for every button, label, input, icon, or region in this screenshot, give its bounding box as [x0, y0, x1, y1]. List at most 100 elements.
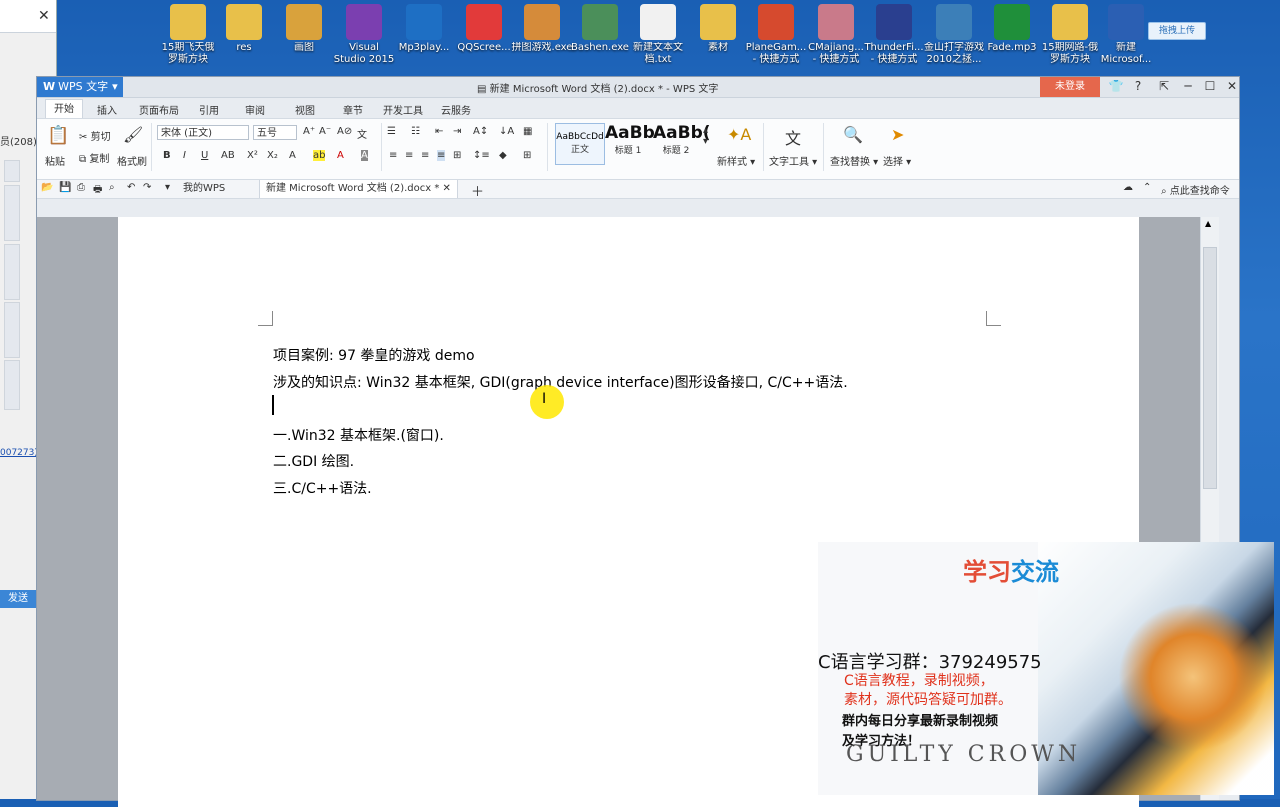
style-preset[interactable]: AaBbCcDd 正文 [555, 123, 605, 165]
shading-icon[interactable]: ◆ [499, 150, 507, 161]
indent-icon[interactable]: ⇥ [453, 126, 461, 137]
help-icon[interactable]: ? [1127, 79, 1149, 93]
brush-icon[interactable]: 🖌 [123, 125, 143, 144]
select-button[interactable]: 选择 ▾ [883, 153, 911, 168]
sort-icon[interactable]: ↓A [499, 126, 514, 137]
desktop-icon[interactable]: 15期飞天俄 罗斯方块 [156, 4, 220, 66]
justify-icon[interactable]: ≡ [437, 150, 446, 161]
char-shading-icon[interactable]: A [361, 150, 368, 161]
document-tab[interactable]: 我的WPS [177, 180, 231, 198]
close-icon[interactable]: ✕ [1221, 79, 1243, 93]
tab-8[interactable]: 云服务 [441, 102, 471, 117]
outdent-icon[interactable]: ⇤ [435, 126, 443, 137]
text-direction-icon[interactable]: A↕ [473, 126, 488, 137]
highlight-icon[interactable]: ab [313, 150, 326, 161]
save-icon[interactable]: 💾 [59, 182, 71, 193]
preview-icon[interactable]: ⌕ [109, 182, 115, 193]
document-tab[interactable]: 新建 Microsoft Word 文档 (2).docx * ✕ [259, 180, 458, 198]
send-button[interactable]: 发送 [0, 590, 36, 608]
tab-3[interactable]: 引用 [199, 102, 219, 117]
chat-side-item[interactable] [4, 360, 20, 410]
desktop-icon[interactable]: 新建文本文 档.txt [626, 4, 690, 66]
align-left-icon[interactable]: ≡ [389, 150, 397, 161]
collapse-icon[interactable]: ⌃ [1143, 182, 1151, 193]
tab-6[interactable]: 章节 [343, 102, 363, 117]
open-icon[interactable]: 📂 [41, 182, 53, 193]
desktop-icon[interactable]: ThunderFi... - 快捷方式 [862, 4, 926, 66]
cursor-arrow-icon[interactable]: ➤ [891, 125, 904, 144]
tab-7[interactable]: 开发工具 [383, 102, 423, 117]
distributed-icon[interactable]: ⊞ [453, 150, 461, 161]
tab-0[interactable]: 开始 [45, 99, 83, 119]
desktop-icon[interactable]: PlaneGam... - 快捷方式 [744, 4, 808, 66]
cloud-icon[interactable]: ☁ [1123, 182, 1133, 193]
tab-1[interactable]: 插入 [97, 102, 117, 117]
subscript-icon[interactable]: X₂ [267, 150, 278, 161]
font-size-select[interactable]: 五号 [253, 125, 297, 140]
style-preset[interactable]: AaBb 标题 1 [605, 123, 655, 163]
desktop-icon[interactable]: CMajiang... - 快捷方式 [804, 4, 868, 66]
document-paragraph[interactable]: 一.Win32 基本框架.(窗口). [273, 425, 444, 445]
superscript-icon[interactable]: X² [247, 150, 258, 161]
search-icon[interactable]: 🔍 [843, 125, 863, 144]
document-paragraph[interactable]: 三.C/C++语法. [273, 478, 372, 498]
new-style-button[interactable]: 新样式 ▾ [717, 153, 755, 168]
tab-4[interactable]: 审阅 [245, 102, 265, 117]
italic-icon[interactable]: I [183, 150, 186, 161]
numbering-icon[interactable]: ☷ [411, 126, 420, 137]
underline-icon[interactable]: U [201, 150, 208, 161]
chat-side-item[interactable] [4, 244, 20, 300]
copy-button[interactable]: ⧉ 复制 [79, 150, 109, 165]
text-tools-button[interactable]: 文字工具 ▾ [769, 153, 817, 168]
table-icon[interactable]: ▦ [523, 126, 532, 137]
chat-side-item[interactable] [4, 185, 20, 241]
paste-button[interactable]: 粘贴 [45, 153, 65, 168]
text-effect-icon[interactable]: A [289, 150, 296, 161]
format-painter-button[interactable]: 格式刷 [117, 153, 147, 168]
maximize-icon[interactable]: ☐ [1199, 79, 1221, 93]
text-tools-icon[interactable]: 文 [785, 125, 801, 149]
upload-button[interactable]: 拖拽上传 [1148, 22, 1206, 40]
chat-side-item[interactable] [4, 160, 20, 182]
chat-link[interactable]: 007273) [0, 448, 38, 458]
desktop-icon[interactable]: Mp3play... [392, 4, 456, 54]
phonetic-icon[interactable]: 文 [357, 126, 367, 141]
clear-format-icon[interactable]: A⊘ [337, 126, 352, 137]
login-button[interactable]: 未登录 [1040, 77, 1100, 97]
chat-side-item[interactable] [4, 302, 20, 358]
find-replace-button[interactable]: 查找替换 ▾ [830, 153, 878, 168]
style-preset[interactable]: AaBb(标题 2 [653, 123, 711, 163]
desktop-icon[interactable]: 15期网路-俄 罗斯方块 [1038, 4, 1102, 66]
strikethrough-icon[interactable]: AB [221, 150, 235, 161]
skin-icon[interactable]: 👕 [1105, 79, 1127, 93]
desktop-icon[interactable]: res [212, 4, 276, 54]
wps-app-menu[interactable]: W WPS 文字 ▾ [37, 77, 123, 97]
close-icon[interactable]: ✕ [439, 183, 451, 194]
minimize-icon[interactable]: ─ [1177, 79, 1199, 93]
align-center-icon[interactable]: ≡ [405, 150, 413, 161]
desktop-icon[interactable]: Visual Studio 2015 [332, 4, 396, 66]
restore-ribbon-icon[interactable]: ⇱ [1153, 79, 1175, 93]
chevron-down-icon[interactable]: ▾ [165, 182, 170, 193]
new-style-icon[interactable]: ✦A [727, 125, 751, 144]
desktop-icon[interactable]: 金山打字游戏 2010之拯... [922, 4, 986, 66]
font-size-down-icon[interactable]: A⁻ [319, 126, 331, 137]
desktop-icon[interactable]: 素材 [686, 4, 750, 54]
font-size-up-icon[interactable]: A⁺ [303, 126, 315, 137]
align-right-icon[interactable]: ≡ [421, 150, 429, 161]
bold-icon[interactable]: B [163, 150, 171, 161]
document-paragraph[interactable]: 涉及的知识点: Win32 基本框架, GDI(graph device int… [273, 372, 848, 392]
line-spacing-icon[interactable]: ↕≡ [473, 150, 490, 161]
borders-icon[interactable]: ⊞ [523, 150, 531, 161]
desktop-icon[interactable]: QQScree... [452, 4, 516, 54]
document-paragraph[interactable]: 二.GDI 绘图. [273, 451, 354, 471]
undo-icon[interactable]: ↶ [127, 182, 135, 193]
print-icon[interactable]: 🖶 [93, 182, 102, 199]
desktop-icon[interactable]: Bashen.exe [568, 4, 632, 54]
scroll-up-icon[interactable]: ▲ [1205, 219, 1211, 228]
desktop-icon[interactable]: Fade.mp3 [980, 4, 1044, 54]
font-name-select[interactable]: 宋体 (正文) [157, 125, 249, 140]
find-command-field[interactable]: ⌕ 点此查找命令 [1161, 182, 1230, 197]
bullets-icon[interactable]: ☰ [387, 126, 396, 137]
gallery-scroll-icon[interactable]: ▴ ▾ [703, 125, 708, 147]
